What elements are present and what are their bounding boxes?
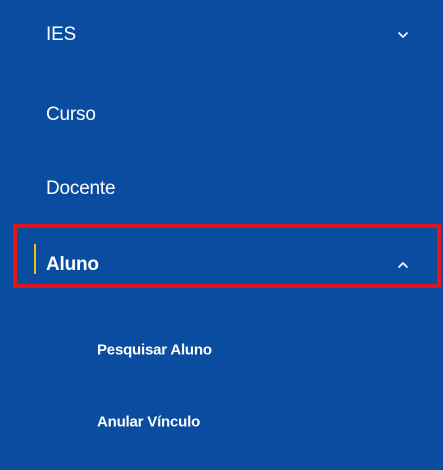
menu-item-label: IES: [46, 24, 77, 45]
menu-item-label: Curso: [46, 104, 96, 125]
chevron-down-icon: [398, 32, 408, 38]
active-indicator: [34, 244, 36, 274]
menu-item-label: Aluno: [46, 254, 99, 275]
submenu-item-anular-vinculo[interactable]: Anular Vínculo: [0, 392, 443, 452]
menu-item-curso[interactable]: Curso: [0, 80, 443, 150]
menu-item-aluno[interactable]: Aluno: [0, 230, 443, 300]
menu-item-ies[interactable]: IES: [0, 0, 443, 70]
menu-item-docente[interactable]: Docente: [0, 154, 443, 224]
submenu-item-label: Anular Vínculo: [97, 413, 201, 431]
menu-item-label: Docente: [46, 178, 116, 199]
submenu-item-label: Pesquisar Aluno: [97, 341, 212, 359]
chevron-up-icon: [398, 262, 408, 268]
sidebar-menu: IES Curso Docente Aluno Pesquisar Aluno …: [0, 0, 443, 470]
submenu-item-pesquisar-aluno[interactable]: Pesquisar Aluno: [0, 320, 443, 380]
